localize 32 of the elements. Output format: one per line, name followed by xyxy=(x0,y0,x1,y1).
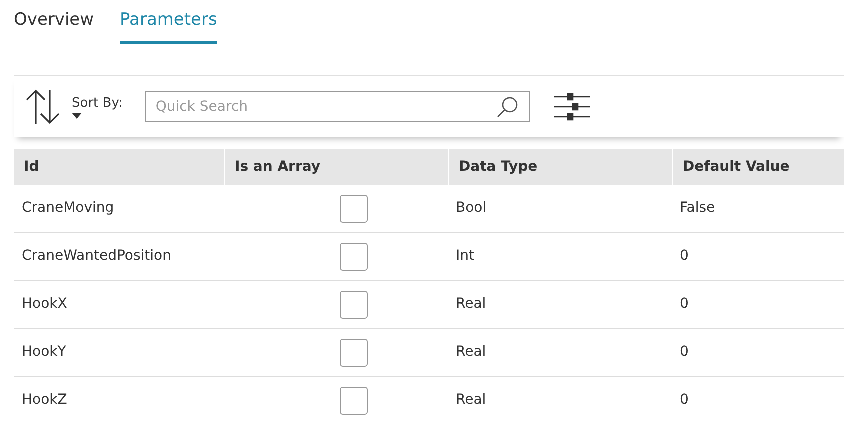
checkbox[interactable] xyxy=(340,242,368,270)
table-cell: Int xyxy=(448,233,672,281)
column-header[interactable]: Default Value xyxy=(672,149,844,185)
checkbox[interactable] xyxy=(340,338,368,366)
table-cell: 0 xyxy=(672,281,844,329)
tab[interactable]: Overview xyxy=(14,6,94,44)
table-cell: Bool xyxy=(448,185,672,233)
sort-by-label: Sort By: xyxy=(72,94,123,113)
checkbox[interactable] xyxy=(340,290,368,318)
table-cell: HookY xyxy=(14,329,224,377)
settings-icon[interactable] xyxy=(554,92,590,120)
table-cell: HookX xyxy=(14,281,224,329)
table-cell: 0 xyxy=(672,377,844,421)
search-field[interactable]: Quick Search xyxy=(144,91,530,122)
tab[interactable]: Parameters xyxy=(120,6,218,44)
table-cell: Real xyxy=(448,377,672,421)
checkbox[interactable] xyxy=(340,386,368,414)
search-icon[interactable] xyxy=(496,95,520,119)
column-header[interactable]: Data Type xyxy=(448,149,672,185)
table-cell: CraneMoving xyxy=(14,185,224,233)
table-cell: Real xyxy=(448,281,672,329)
table-cell: Real xyxy=(448,329,672,377)
table-cell: 0 xyxy=(672,329,844,377)
table-cell: False xyxy=(672,185,844,233)
table-cell: CraneWantedPosition xyxy=(14,233,224,281)
caret-icon[interactable] xyxy=(72,113,82,120)
column-header[interactable]: Is an Array xyxy=(224,149,448,185)
table-cell: 0 xyxy=(672,233,844,281)
table-cell: HookZ xyxy=(14,377,224,421)
checkbox[interactable] xyxy=(340,194,368,222)
column-header[interactable]: Id xyxy=(14,149,224,185)
sort-icon[interactable] xyxy=(24,88,62,126)
